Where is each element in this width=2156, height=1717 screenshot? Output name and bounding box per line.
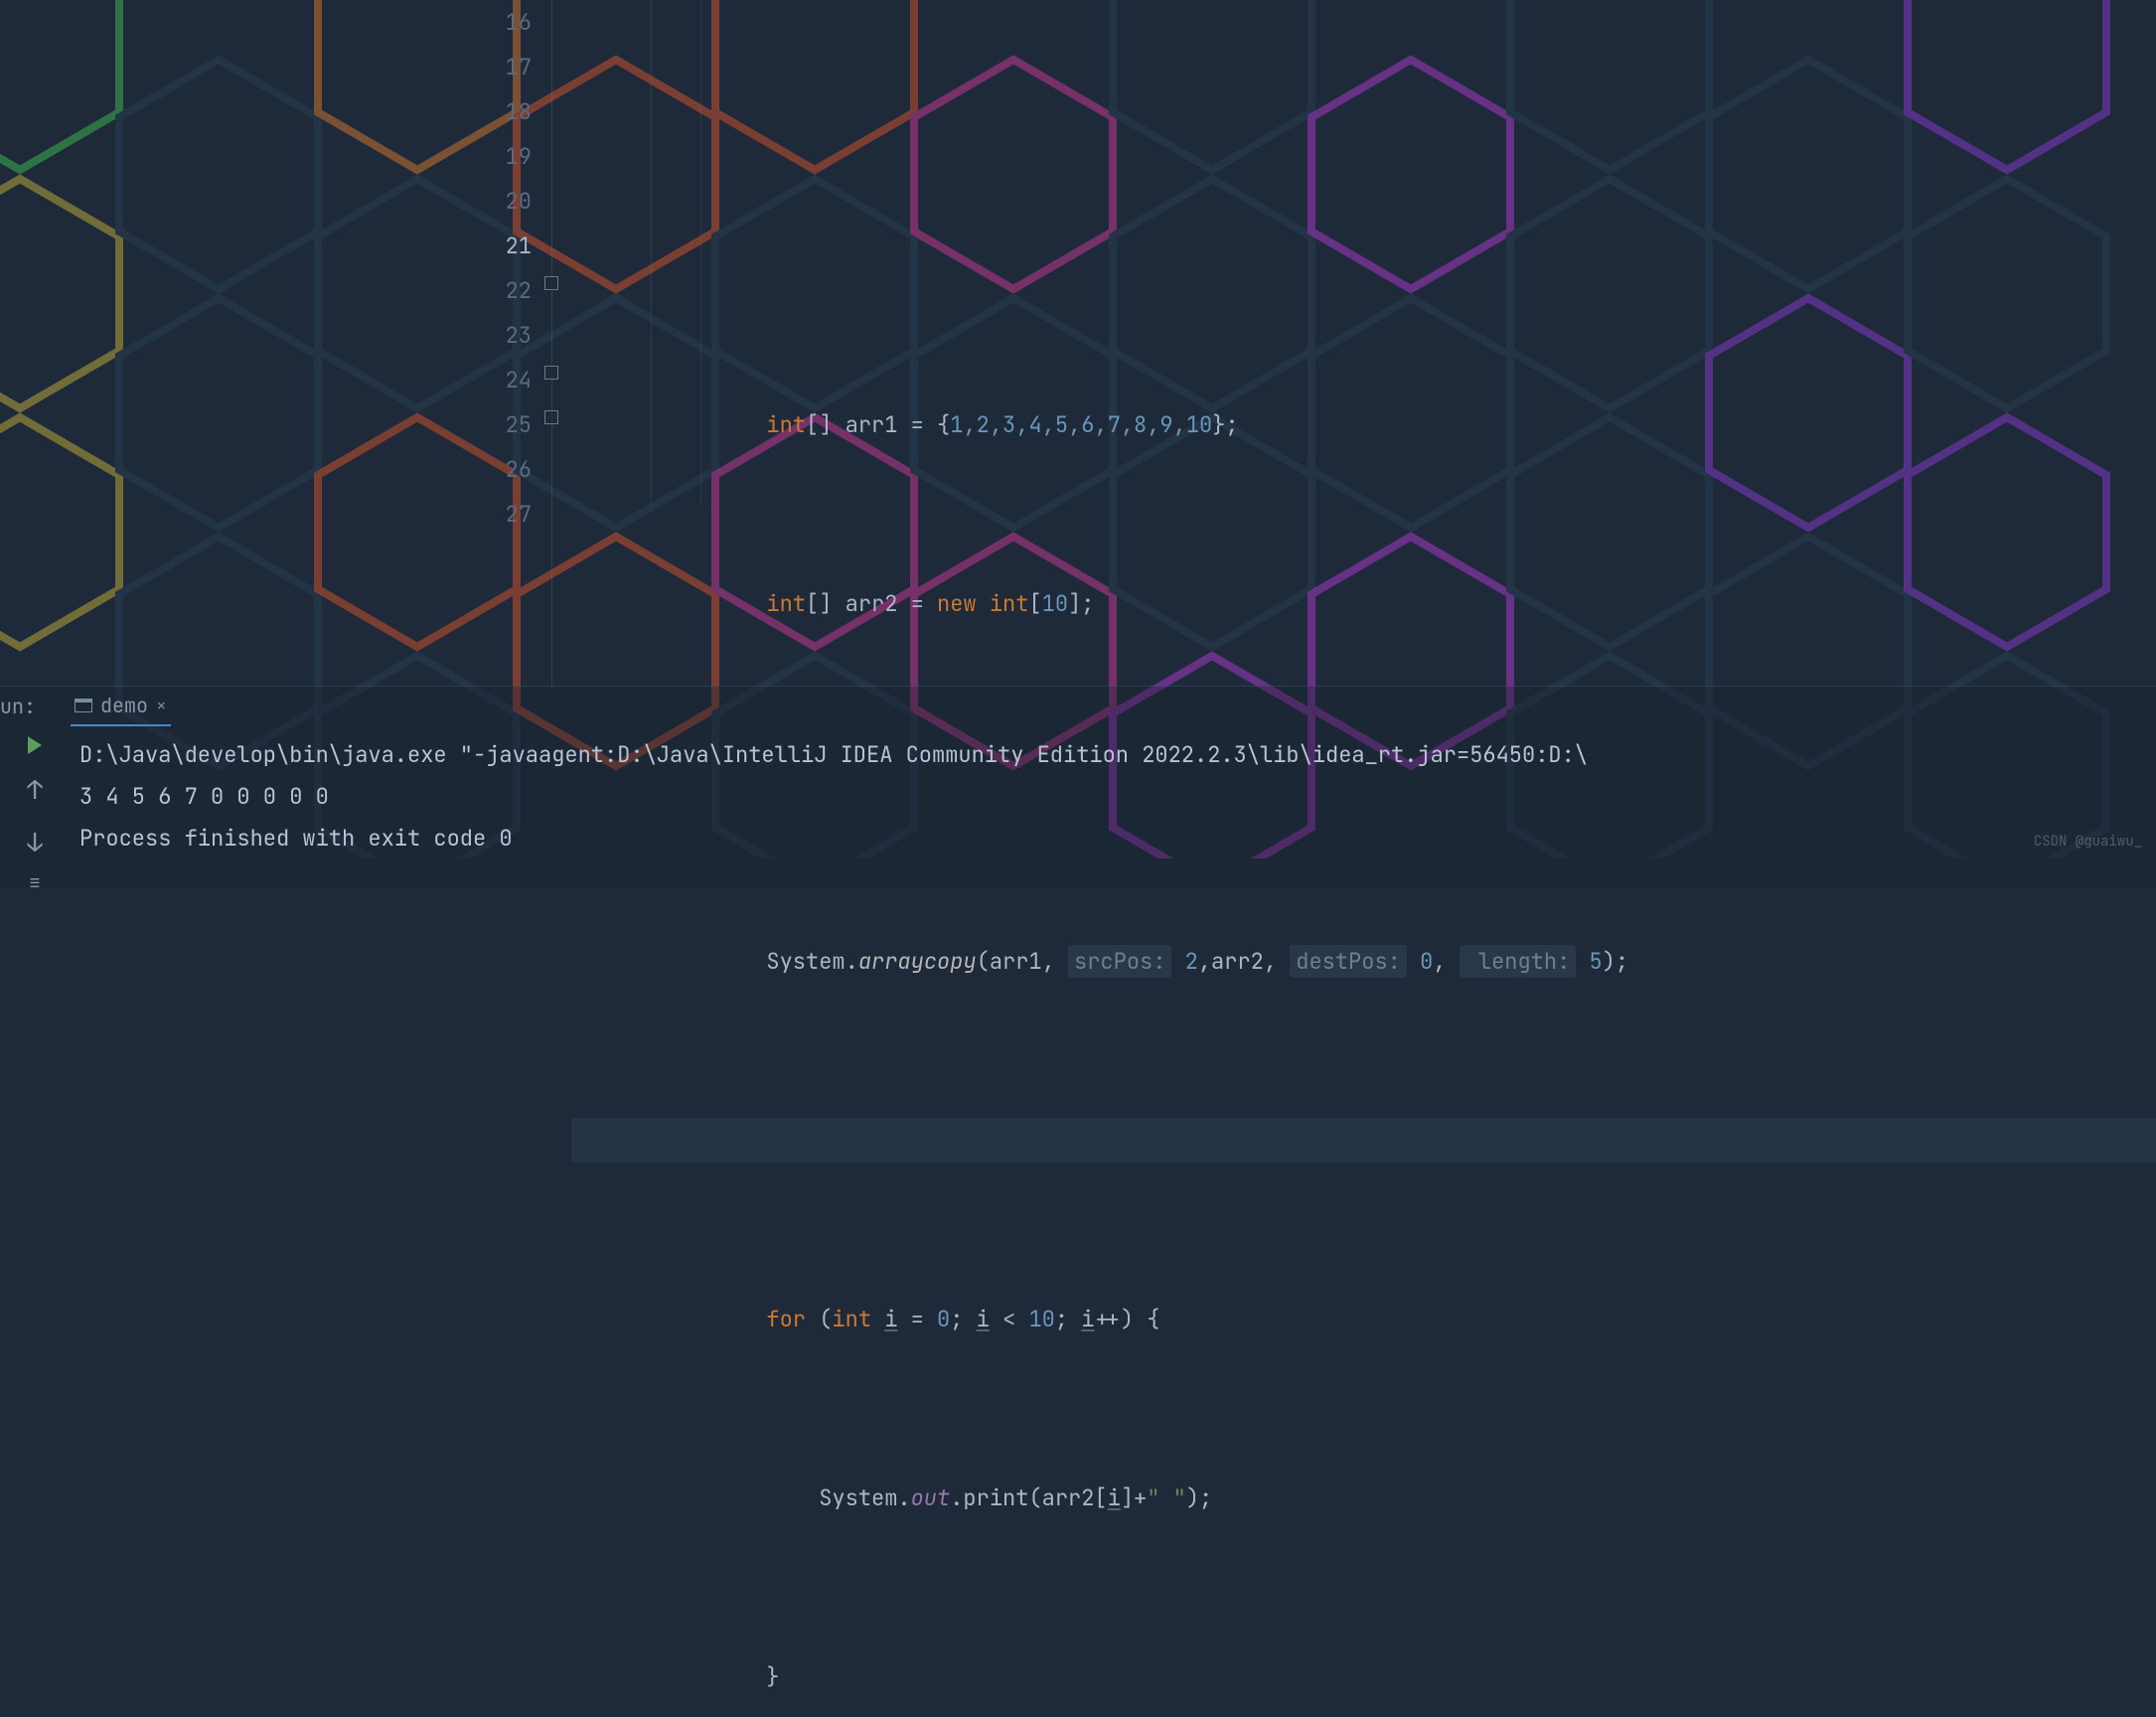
line-number: 24 <box>487 358 532 402</box>
console-line: 3 4 5 6 7 0 0 0 0 0 <box>79 776 2156 818</box>
parameter-hint: srcPos: <box>1068 945 1171 978</box>
line-number: 21 <box>487 224 532 268</box>
close-icon[interactable]: × <box>156 695 167 717</box>
code-editor[interactable]: 16 17 18 19 20 21 22 23 24 25 26 27 int[… <box>0 0 2156 686</box>
code-line[interactable]: int[] arr2 = new int[10]; <box>571 581 2156 626</box>
fold-marker-icon[interactable] <box>544 366 558 380</box>
code-line[interactable] <box>571 224 2156 268</box>
run-tab-label: demo <box>100 693 148 718</box>
line-number: 19 <box>487 134 532 179</box>
line-number: 22 <box>487 268 532 313</box>
line-number: 26 <box>487 447 532 492</box>
console-output[interactable]: D:\Java\develop\bin\java.exe "-javaagent… <box>70 726 2156 887</box>
code-line[interactable]: } <box>571 1654 2156 1699</box>
code-line[interactable]: System.arraycopy(arr1, srcPos: 2,arr2, d… <box>571 939 2156 984</box>
code-content[interactable]: int[] arr1 = {1,2,3,4,5,6,7,8,9,10}; int… <box>571 0 2156 686</box>
watermark: CSDN @guaiwu_ <box>2034 833 2142 851</box>
fold-marker-icon[interactable] <box>544 410 558 424</box>
line-number: 18 <box>487 89 532 134</box>
arrow-up-icon[interactable]: ↑ <box>27 772 43 807</box>
console-line: D:\Java\develop\bin\java.exe "-javaagent… <box>79 734 2156 776</box>
run-label: un: <box>0 694 46 719</box>
code-line[interactable]: System.out.print(arr2[i]+" "); <box>571 1476 2156 1520</box>
parameter-hint: length: <box>1460 945 1577 978</box>
line-number: 20 <box>487 179 532 224</box>
fold-marker-icon[interactable] <box>544 276 558 290</box>
run-tool-window: un: demo × ↑ ↓ ≡ D:\Java\develop\bin\jav… <box>0 686 2156 887</box>
code-line[interactable]: for (int i = 0; i < 10; i++) { <box>571 1297 2156 1341</box>
code-line-current[interactable] <box>571 1118 2156 1163</box>
parameter-hint: destPos: <box>1290 945 1407 978</box>
line-number: 27 <box>487 492 532 537</box>
soft-wrap-icon[interactable]: ≡ <box>29 877 41 887</box>
application-icon <box>75 699 92 712</box>
run-toolbar: ↑ ↓ ≡ <box>0 726 70 887</box>
fold-column <box>541 0 571 686</box>
arrow-down-icon[interactable]: ↓ <box>27 825 43 859</box>
line-number: 17 <box>487 45 532 89</box>
rerun-icon[interactable] <box>28 736 42 754</box>
line-number: 25 <box>487 402 532 447</box>
line-number-gutter: 16 17 18 19 20 21 22 23 24 25 26 27 <box>487 0 541 686</box>
console-line: Process finished with exit code 0 <box>79 818 2156 859</box>
line-number: 16 <box>487 0 532 45</box>
line-number: 23 <box>487 313 532 358</box>
code-line[interactable]: int[] arr1 = {1,2,3,4,5,6,7,8,9,10}; <box>571 402 2156 447</box>
run-tab-demo[interactable]: demo × <box>71 687 171 726</box>
